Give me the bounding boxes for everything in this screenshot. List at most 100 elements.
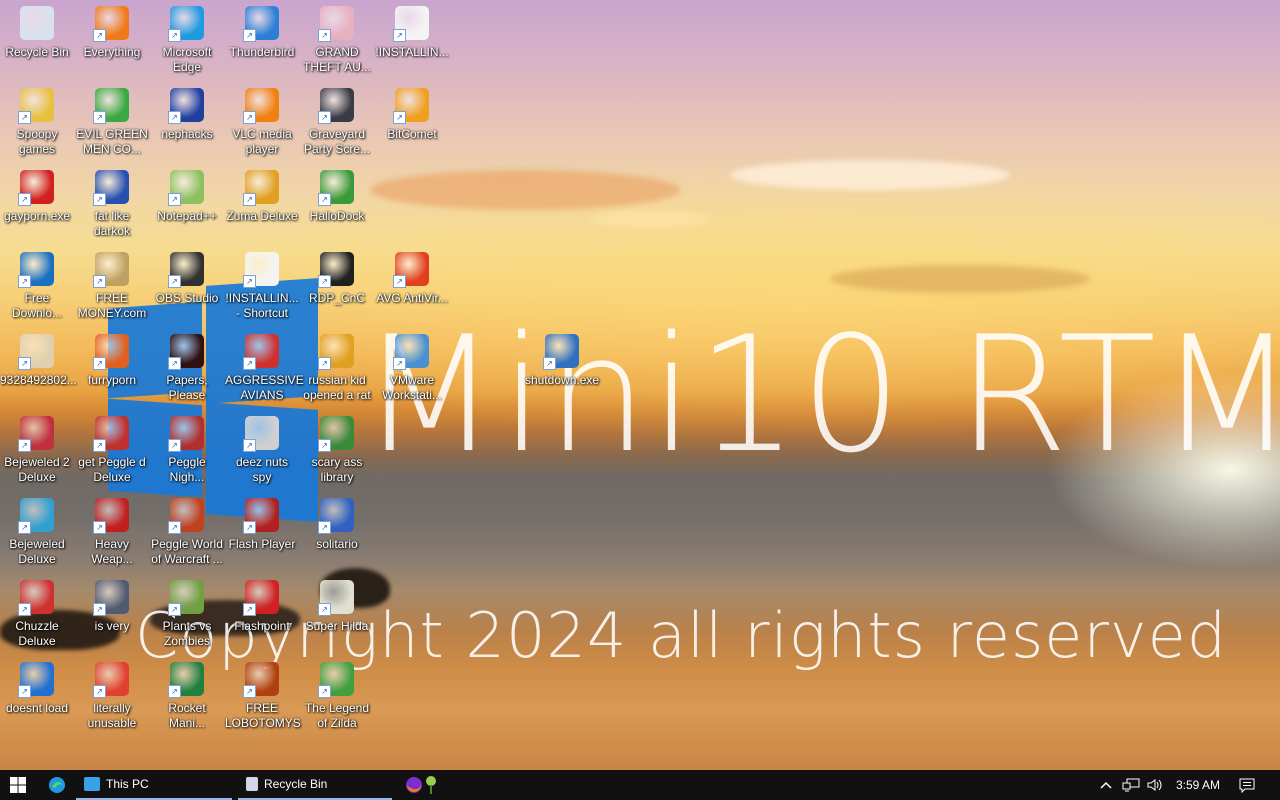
peggle-icon: ↗ bbox=[168, 416, 204, 452]
desktop-icon[interactable]: ↗ 9328492802... bbox=[0, 334, 77, 388]
everything-icon: ↗ bbox=[93, 6, 129, 42]
desktop-icon[interactable]: ↗ russian kid opened a rat bbox=[300, 334, 374, 403]
desktop-icon[interactable]: ↗ AGGRESSIVE AVIANS bbox=[225, 334, 304, 403]
desktop-icon[interactable]: Recycle Bin bbox=[0, 6, 74, 60]
download-icon: ↗ bbox=[18, 252, 54, 288]
desktop-icon[interactable]: ↗ OBS Studio bbox=[150, 252, 224, 306]
action-center-button[interactable] bbox=[1232, 770, 1262, 800]
shortcut-arrow-icon: ↗ bbox=[18, 193, 31, 206]
desktop-icon[interactable]: ↗ is very bbox=[75, 580, 149, 634]
shortcut-arrow-icon: ↗ bbox=[318, 357, 331, 370]
desktop-icon[interactable]: ↗ GRAND THEFT AU... bbox=[300, 6, 374, 75]
shortcut-arrow-icon: ↗ bbox=[93, 439, 106, 452]
desktop-icon-label: literally unusable bbox=[87, 701, 137, 730]
recycle-bin-icon bbox=[246, 777, 258, 791]
solitaire-icon: ↗ bbox=[318, 498, 354, 534]
desktop-icon-label: Spoopy games bbox=[16, 127, 58, 156]
desktop-icon-label: AVG AntiVir... bbox=[376, 291, 448, 305]
show-hidden-icons-button[interactable] bbox=[1096, 770, 1116, 800]
shortcut-arrow-icon: ↗ bbox=[18, 275, 31, 288]
taskbar-task-recycle-bin[interactable]: Recycle Bin bbox=[238, 770, 392, 800]
desktop-icon[interactable]: ↗ RDP_CnC bbox=[300, 252, 374, 306]
desktop-icon[interactable]: ↗ !INSTALLIN... - Shortcut bbox=[225, 252, 299, 321]
shortcut-arrow-icon: ↗ bbox=[243, 521, 256, 534]
desktop-icon[interactable]: ↗ furryporn bbox=[75, 334, 149, 388]
shortcut-arrow-icon: ↗ bbox=[93, 29, 106, 42]
shutdown-icon: ↗ bbox=[543, 334, 579, 370]
desktop-icon[interactable]: ↗ Chuzzle Deluxe bbox=[0, 580, 74, 649]
desktop-icon[interactable]: ↗ get Peggle d Deluxe bbox=[75, 416, 149, 485]
desktop-icon[interactable]: ↗ nephacks bbox=[150, 88, 224, 142]
desktop-icon-label: HalloDock bbox=[309, 209, 365, 223]
shortcut-arrow-icon: ↗ bbox=[93, 111, 106, 124]
clock[interactable]: 3:59 AM bbox=[1168, 770, 1228, 800]
notification-icon bbox=[1239, 778, 1255, 793]
start-button[interactable] bbox=[0, 770, 36, 800]
desktop-icon[interactable]: ↗ Everything bbox=[75, 6, 149, 60]
shortcut-arrow-icon: ↗ bbox=[318, 111, 331, 124]
desktop-icon[interactable]: ↗ Bejeweled Deluxe bbox=[0, 498, 74, 567]
desktop-icon[interactable]: ↗ Papers, Please bbox=[150, 334, 224, 403]
desktop-icon-label: shutdown.exe bbox=[525, 373, 600, 387]
desktop-icon[interactable]: ↗ fat like darkok bbox=[75, 170, 149, 239]
desktop-icon[interactable]: ↗ Zuma Deluxe bbox=[225, 170, 299, 224]
desktop-icon-label: !INSTALLIN... bbox=[375, 45, 449, 59]
taskbar-task-this-pc[interactable]: This PC bbox=[76, 770, 232, 800]
desktop-icon[interactable]: ↗ FREE LOBOTOMYS bbox=[225, 662, 301, 731]
desktop-icon[interactable]: ↗ solitario bbox=[300, 498, 374, 552]
taskbar-edge-button[interactable] bbox=[40, 770, 74, 800]
desktop-icon-label: russian kid opened a rat bbox=[303, 373, 371, 402]
shortcut-arrow-icon: ↗ bbox=[168, 603, 181, 616]
desktop-icon-label: doesnt load bbox=[5, 701, 69, 715]
desktop-icon[interactable]: ↗ AVG AntiVir... bbox=[375, 252, 449, 306]
desktop-icon[interactable]: ↗ scary ass library bbox=[300, 416, 374, 485]
notepadpp-icon: ↗ bbox=[168, 170, 204, 206]
desktop-icon[interactable]: ↗ shutdown.exe bbox=[525, 334, 599, 388]
speaker-icon bbox=[1147, 779, 1162, 791]
desktop-icon[interactable]: ↗ Flash Player bbox=[225, 498, 299, 552]
desktop-icon[interactable]: ↗ Super Hilda bbox=[300, 580, 374, 634]
shortcut-arrow-icon: ↗ bbox=[18, 439, 31, 452]
shortcut-arrow-icon: ↗ bbox=[168, 357, 181, 370]
desktop-icon-label: EVIL GREEN MEN CO... bbox=[76, 127, 148, 156]
desktop-icon[interactable]: ↗ Flashpoint bbox=[225, 580, 299, 634]
desktop-icon-label: deez nuts spy bbox=[235, 455, 289, 484]
desktop-icon[interactable]: ↗ FREE MONEY.com bbox=[75, 252, 149, 321]
desktop-icon[interactable]: ↗ Peggle World of Warcraft ... bbox=[150, 498, 224, 567]
desktop-icon[interactable]: ↗ doesnt load bbox=[0, 662, 74, 716]
desktop-icon-label: get Peggle d Deluxe bbox=[78, 455, 146, 484]
desktop-icon[interactable]: ↗ Microsoft Edge bbox=[150, 6, 224, 75]
desktop-icon[interactable]: ↗ gayporn.exe bbox=[0, 170, 74, 224]
desktop-icon[interactable]: ↗ literally unusable bbox=[75, 662, 149, 731]
desktop-icon[interactable]: ↗ Spoopy games bbox=[0, 88, 74, 157]
desktop-icon[interactable]: ↗ deez nuts spy bbox=[225, 416, 299, 485]
shortcut-arrow-icon: ↗ bbox=[318, 685, 331, 698]
desktop-icon[interactable]: ↗ Bejeweled 2 Deluxe bbox=[0, 416, 74, 485]
shortcut-arrow-icon: ↗ bbox=[93, 193, 106, 206]
bitcomet-icon: ↗ bbox=[393, 88, 429, 124]
desktop-icon[interactable]: ↗ VMware Workstati... bbox=[375, 334, 449, 403]
desktop-icon[interactable]: ↗ Rocket Mani... bbox=[150, 662, 224, 731]
desktop-icon[interactable]: ↗ Peggle Nigh... bbox=[150, 416, 224, 485]
desktop-icon-label: gayporn.exe bbox=[3, 209, 71, 223]
desktop-icon[interactable]: ↗ Graveyard Party Scre... bbox=[300, 88, 374, 157]
desktop-icon[interactable]: ↗ Plants vs Zombies bbox=[150, 580, 224, 649]
desktop-icon[interactable]: ↗ HalloDock bbox=[300, 170, 374, 224]
desktop-icon[interactable]: ↗ VLC media player bbox=[225, 88, 299, 157]
desktop-icon[interactable]: ↗ Heavy Weap... bbox=[75, 498, 149, 567]
desktop-icon[interactable]: ↗ BitComet bbox=[375, 88, 449, 142]
desktop-icon[interactable]: ↗ Notepad++ bbox=[150, 170, 224, 224]
game-icon: ↗ bbox=[93, 170, 129, 206]
desktop-icon[interactable]: ↗ EVIL GREEN MEN CO... bbox=[75, 88, 149, 157]
task-label: This PC bbox=[106, 777, 149, 791]
desktop-icon[interactable]: ↗ The Legend of Zilda bbox=[300, 662, 374, 731]
flash-icon: ↗ bbox=[243, 498, 279, 534]
network-button[interactable] bbox=[1120, 770, 1142, 800]
shortcut-arrow-icon: ↗ bbox=[318, 275, 331, 288]
desktop-icon[interactable]: ↗ !INSTALLIN... bbox=[375, 6, 449, 60]
volume-button[interactable] bbox=[1144, 770, 1166, 800]
taskbar-pvz-button[interactable] bbox=[420, 770, 444, 800]
desktop-icon[interactable]: ↗ Free Downlo... bbox=[0, 252, 74, 321]
shortcut-arrow-icon: ↗ bbox=[393, 29, 406, 42]
desktop-icon[interactable]: ↗ Thunderbird bbox=[225, 6, 299, 60]
